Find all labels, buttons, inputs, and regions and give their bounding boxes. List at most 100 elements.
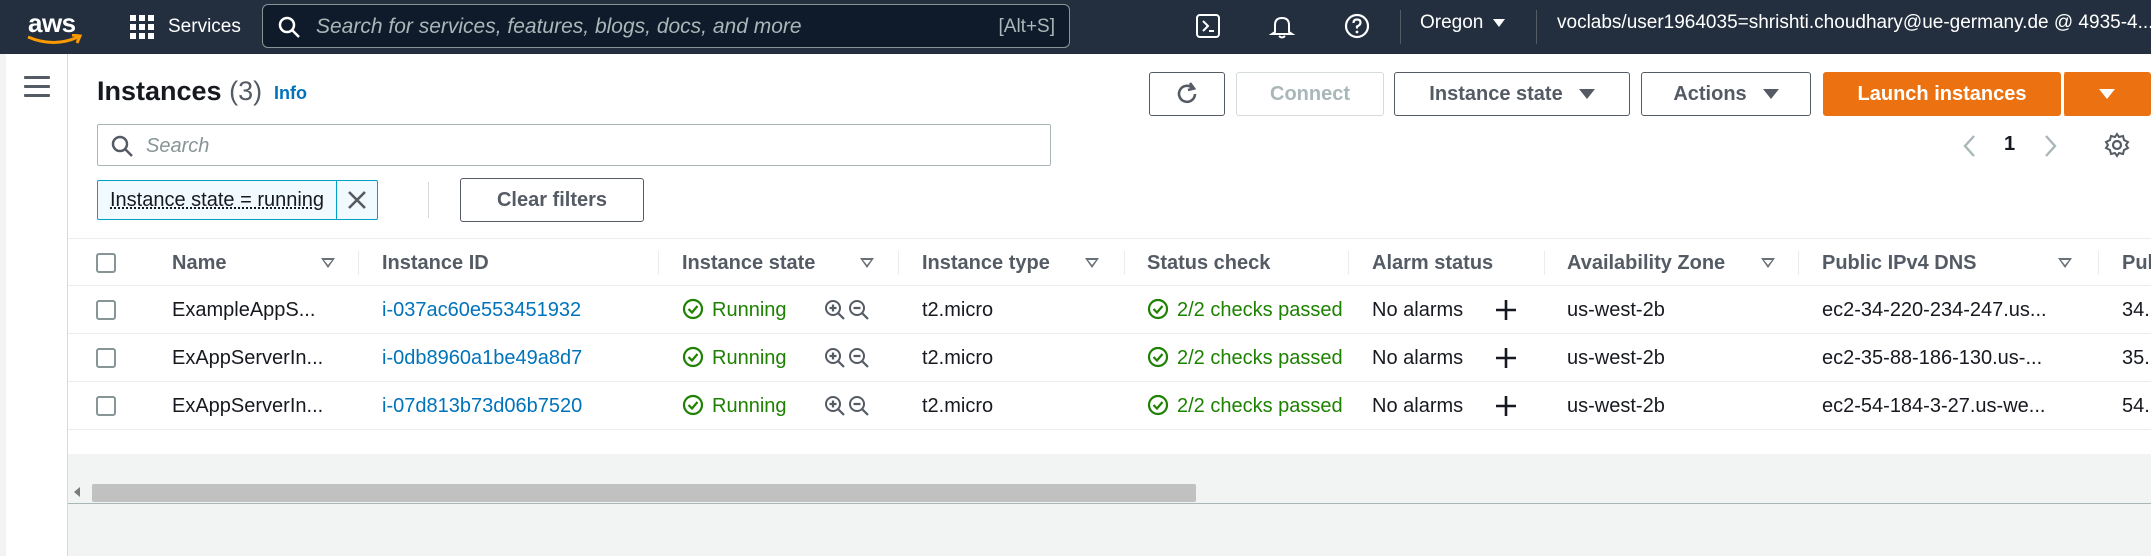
column-header-instance-type[interactable]: Instance type <box>922 239 1050 287</box>
success-icon <box>682 395 704 416</box>
column-divider <box>1348 251 1349 275</box>
remove-filter-button[interactable] <box>336 181 377 219</box>
side-navigation-rail <box>6 54 68 556</box>
plus-icon[interactable] <box>1494 394 1518 418</box>
public-dns: ec2-54-184-3-27.us-we... <box>1822 395 2046 417</box>
column-header-alarm-status[interactable]: Alarm status <box>1372 239 1493 287</box>
alarm-status: No alarms <box>1372 395 1464 417</box>
zoom-out-icon[interactable] <box>848 347 870 369</box>
success-icon <box>1147 347 1169 368</box>
help-icon[interactable] <box>1343 12 1371 40</box>
sort-icon[interactable] <box>2058 258 2072 268</box>
status-check[interactable]: 2/2 checks passed <box>1147 334 1347 382</box>
services-menu[interactable]: Services <box>130 10 241 44</box>
column-divider <box>2098 251 2099 275</box>
column-divider <box>658 251 659 275</box>
zoom-out-icon[interactable] <box>848 299 870 321</box>
table-row[interactable]: ExampleAppS... i-037ac60e553451932 Runni… <box>68 286 2151 334</box>
instance-id-link[interactable]: i-0db8960a1be49a8d7 <box>382 334 582 382</box>
instance-state-dropdown[interactable]: Instance state <box>1394 72 1630 116</box>
caret-down-icon <box>1762 89 1779 99</box>
chevron-right-icon[interactable] <box>2042 134 2058 158</box>
row-checkbox[interactable] <box>96 300 116 320</box>
filter-token-label[interactable]: Instance state = running <box>98 181 336 219</box>
column-divider <box>358 251 359 275</box>
page-number[interactable]: 1 <box>2004 133 2015 156</box>
zoom-out-icon[interactable] <box>848 395 870 417</box>
success-icon <box>1147 299 1169 320</box>
public-ipv4: 54. <box>2122 395 2150 417</box>
search-shortcut-hint: [Alt+S] <box>998 16 1056 37</box>
column-header-availability-zone[interactable]: Availability Zone <box>1567 239 1725 287</box>
zoom-in-icon[interactable] <box>824 395 846 417</box>
alarm-status: No alarms <box>1372 299 1464 321</box>
plus-icon[interactable] <box>1494 298 1518 322</box>
instance-id-link[interactable]: i-037ac60e553451932 <box>382 286 581 334</box>
select-all-checkbox[interactable] <box>96 253 116 273</box>
column-divider <box>1124 251 1125 275</box>
status-check[interactable]: 2/2 checks passed <box>1147 286 1347 334</box>
sort-icon[interactable] <box>1085 258 1099 268</box>
instance-state: Running <box>682 382 787 430</box>
search-icon <box>111 135 133 157</box>
success-icon <box>682 347 704 368</box>
instances-search-input[interactable]: Search <box>97 124 1051 166</box>
plus-icon[interactable] <box>1494 346 1518 370</box>
instances-panel: Instances (3) Info Connect Instance stat… <box>68 54 2151 504</box>
column-header-public-ipv4-dns[interactable]: Public IPv4 DNS <box>1822 239 1977 287</box>
horizontal-scrollbar[interactable] <box>68 480 2151 504</box>
region-selector[interactable]: Oregon <box>1420 12 1506 34</box>
instance-id-link[interactable]: i-07d813b73d06b7520 <box>382 382 582 430</box>
table-row[interactable]: ExAppServerIn... i-07d813b73d06b7520 Run… <box>68 382 2151 430</box>
public-dns: ec2-34-220-234-247.us... <box>1822 299 2047 321</box>
instance-state-text: Running <box>712 299 787 321</box>
column-header-instance-state[interactable]: Instance state <box>682 239 815 287</box>
global-search-input[interactable]: Search for services, features, blogs, do… <box>262 4 1070 48</box>
bell-icon[interactable] <box>1268 12 1296 40</box>
aws-logo[interactable]: aws <box>27 8 92 48</box>
sort-icon[interactable] <box>321 258 335 268</box>
status-check[interactable]: 2/2 checks passed <box>1147 382 1347 430</box>
zoom-in-icon[interactable] <box>824 347 846 369</box>
sort-icon[interactable] <box>860 258 874 268</box>
launch-options-dropdown[interactable] <box>2063 72 2151 116</box>
row-checkbox[interactable] <box>96 396 116 416</box>
instance-count: (3) <box>229 76 263 106</box>
account-menu[interactable]: voclabs/user1964035=shrishti.choudhary@u… <box>1557 12 2151 34</box>
nav-divider <box>1536 10 1537 44</box>
menu-icon[interactable] <box>24 76 50 98</box>
clear-filters-button[interactable]: Clear filters <box>460 178 644 222</box>
instance-state-text: Running <box>712 395 787 417</box>
chevron-left-icon[interactable] <box>1962 134 1978 158</box>
scroll-left-arrow[interactable] <box>74 487 80 497</box>
scrollbar-thumb[interactable] <box>92 484 1196 502</box>
instance-name: ExAppServerIn... <box>172 395 324 417</box>
info-link[interactable]: Info <box>274 83 307 104</box>
cloudshell-icon[interactable] <box>1194 12 1222 40</box>
zoom-in-icon[interactable] <box>824 299 846 321</box>
table-row[interactable]: ExAppServerIn... i-0db8960a1be49a8d7 Run… <box>68 334 2151 382</box>
services-label: Services <box>168 16 241 37</box>
actions-label: Actions <box>1673 82 1747 105</box>
filter-token[interactable]: Instance state = running <box>97 180 379 220</box>
instance-state: Running <box>682 286 787 334</box>
refresh-button[interactable] <box>1149 72 1225 116</box>
column-header-public-ipv4[interactable]: Pul <box>2122 239 2151 287</box>
public-dns: ec2-35-88-186-130.us-... <box>1822 347 2043 369</box>
refresh-icon <box>1177 82 1197 104</box>
launch-instances-button[interactable]: Launch instances <box>1823 72 2061 116</box>
connect-button[interactable]: Connect <box>1236 72 1384 116</box>
column-header-name[interactable]: Name <box>172 239 226 287</box>
instance-state-text: Running <box>712 347 787 369</box>
table-header: Name Instance ID Instance state Instance… <box>68 238 2151 286</box>
settings-icon[interactable] <box>2104 132 2130 158</box>
actions-dropdown[interactable]: Actions <box>1641 72 1811 116</box>
row-checkbox[interactable] <box>96 348 116 368</box>
instance-name: ExAppServerIn... <box>172 347 324 369</box>
page-title-text: Instances <box>97 76 222 106</box>
column-header-instance-id[interactable]: Instance ID <box>382 239 489 287</box>
column-header-status-check[interactable]: Status check <box>1147 239 1270 287</box>
sort-icon[interactable] <box>1761 258 1775 268</box>
filter-divider <box>428 182 429 218</box>
instance-state: Running <box>682 334 787 382</box>
